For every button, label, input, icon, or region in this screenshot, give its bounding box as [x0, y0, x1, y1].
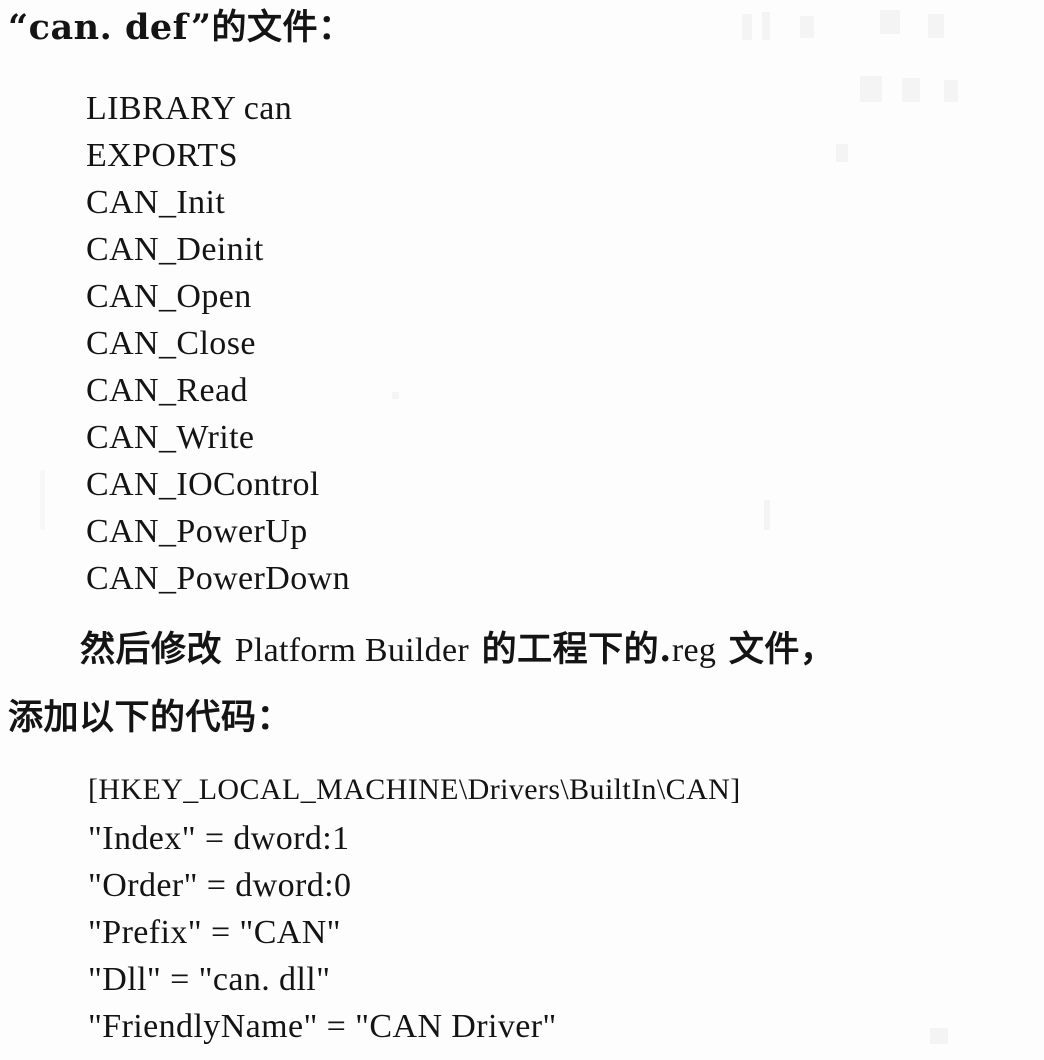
def-listing-line: CAN_Close	[86, 327, 256, 361]
paragraph-text: 然后修改	[80, 629, 235, 670]
registry-value-text: "Order" = dword:0	[88, 867, 352, 904]
paragraph-latin-platform-builder: Platform Builder	[234, 632, 469, 669]
scan-artifact	[944, 80, 958, 102]
def-listing-line: EXPORTS	[86, 139, 238, 173]
registry-listing-line: "Prefix" = "CAN"	[88, 916, 341, 950]
registry-value-text: "FriendlyName" = "CAN Driver"	[88, 1008, 557, 1045]
def-listing-text: CAN_IOControl	[86, 466, 320, 503]
registry-listing-line: "Dll" = "can. dll"	[88, 963, 330, 997]
def-listing-line: CAN_Deinit	[86, 233, 264, 267]
def-listing-text: EXPORTS	[86, 137, 238, 174]
scan-artifact	[902, 78, 920, 102]
registry-value-text: "Prefix" = "CAN"	[88, 914, 341, 951]
scan-artifact	[742, 14, 752, 40]
page-title-text: “can. def”的文件：	[8, 7, 354, 48]
registry-listing-line: "FriendlyName" = "CAN Driver"	[88, 1010, 557, 1044]
def-listing-text: CAN_Deinit	[86, 231, 264, 268]
registry-value-text: "Index" = dword:1	[88, 820, 350, 857]
def-listing-line: CAN_IOControl	[86, 468, 320, 502]
def-listing-line: LIBRARY can	[86, 92, 292, 126]
def-listing-text: CAN_Open	[86, 278, 252, 315]
body-paragraph-line-2: 添加以下的代码：	[8, 700, 292, 735]
scan-artifact	[880, 10, 900, 34]
def-listing-line: CAN_PowerDown	[86, 562, 350, 596]
scan-artifact	[764, 500, 770, 530]
registry-key-path: [HKEY_LOCAL_MACHINE\Drivers\BuiltIn\CAN]	[88, 773, 741, 806]
paragraph-latin-reg: reg	[671, 632, 717, 669]
paragraph-text: 的工程下的.	[468, 629, 672, 670]
registry-listing-line: [HKEY_LOCAL_MACHINE\Drivers\BuiltIn\CAN]	[88, 772, 741, 806]
paragraph-text: 添加以下的代码：	[8, 697, 293, 738]
def-listing-line: CAN_Write	[86, 421, 254, 455]
scanned-document-page: “can. def”的文件： LIBRARY can EXPORTS CAN_I…	[0, 0, 1044, 1060]
def-listing-text: CAN_PowerUp	[86, 513, 308, 550]
scan-artifact	[40, 470, 45, 530]
registry-listing-line: "Index" = dword:1	[88, 822, 349, 856]
scan-artifact	[928, 14, 944, 38]
def-listing-line: CAN_Open	[86, 280, 252, 314]
def-listing-line: CAN_PowerUp	[86, 515, 308, 549]
def-listing-line: CAN_Init	[86, 186, 225, 220]
def-listing-line: CAN_Read	[86, 374, 248, 408]
def-listing-text: CAN_PowerDown	[86, 560, 350, 597]
scan-artifact	[836, 144, 848, 162]
def-listing-text: LIBRARY can	[86, 90, 293, 127]
def-listing-text: CAN_Init	[86, 184, 226, 221]
scan-artifact	[762, 12, 770, 40]
scan-artifact	[800, 16, 814, 38]
registry-listing-line: "Order" = dword:0	[88, 869, 351, 903]
page-title: “can. def”的文件：	[8, 10, 353, 45]
paragraph-text: 文件，	[716, 629, 836, 670]
scan-artifact	[930, 1028, 948, 1044]
def-listing-text: CAN_Read	[86, 372, 248, 409]
body-paragraph-line-1: 然后修改 Platform Builder 的工程下的.reg 文件，	[8, 632, 835, 668]
def-listing-text: CAN_Write	[86, 419, 255, 456]
def-listing-text: CAN_Close	[86, 325, 256, 362]
scan-artifact	[392, 392, 399, 399]
registry-value-text: "Dll" = "can. dll"	[88, 961, 331, 998]
scan-artifact	[860, 76, 882, 102]
